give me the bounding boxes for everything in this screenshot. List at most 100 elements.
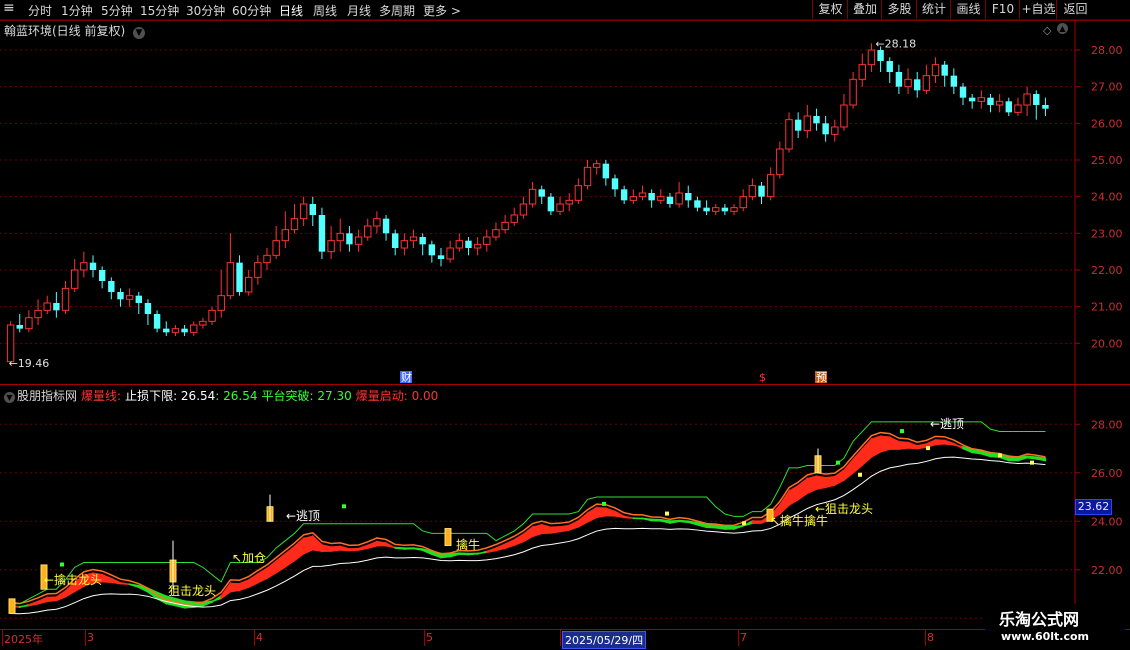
- candle: [61, 281, 70, 314]
- ribbon-segment: [888, 436, 900, 450]
- candle: [144, 299, 152, 325]
- y-tick-label: 25.00: [1091, 154, 1123, 167]
- candle-body: [501, 221, 509, 231]
- brand-name: 乐淘公式网: [999, 610, 1080, 629]
- candle: [968, 94, 976, 109]
- candle-body: [904, 78, 912, 88]
- candle: [1033, 90, 1040, 120]
- candle: [199, 317, 207, 329]
- ind-y-tick-label: 26.00: [1091, 467, 1123, 480]
- ind-y-tick-label: 24.00: [1091, 515, 1123, 528]
- candle-body: [354, 236, 363, 245]
- x-axis-label: 8: [927, 631, 934, 644]
- candle: [776, 141, 784, 179]
- candle: [657, 189, 665, 204]
- candle-body: [318, 215, 326, 252]
- candle: [510, 207, 518, 226]
- candle: [620, 185, 628, 204]
- candle-body: [995, 100, 1004, 106]
- candle: [813, 108, 820, 131]
- candle: [373, 211, 381, 234]
- candle-body: [409, 236, 418, 242]
- candle-body: [648, 193, 655, 201]
- ribbon-segment: [495, 543, 506, 552]
- candle: [766, 167, 775, 201]
- signal-dot: [60, 562, 64, 567]
- candle: [922, 64, 931, 94]
- candle-body: [822, 123, 829, 135]
- candle: [446, 240, 454, 263]
- candle-body: [163, 328, 170, 333]
- candle-body: [785, 119, 793, 150]
- current-value-badge: 23.62: [1075, 499, 1112, 515]
- signal-dot: [998, 453, 1002, 458]
- candle-body: [89, 262, 97, 270]
- candle: [428, 240, 436, 263]
- candle-body: [968, 97, 976, 102]
- ribbon-segment: [257, 567, 268, 584]
- candle-body: [592, 163, 601, 168]
- ribbon-segment: [119, 581, 131, 586]
- candle-body: [290, 218, 299, 231]
- signal-dot: [342, 504, 346, 509]
- marker-yu: 预: [816, 371, 827, 384]
- candle: [327, 226, 335, 259]
- x-tick: [85, 630, 86, 646]
- candle: [89, 255, 97, 278]
- candle-body: [748, 185, 757, 198]
- candle: [272, 226, 280, 259]
- candle-body: [1033, 94, 1040, 105]
- candle: [208, 306, 216, 325]
- candle-body: [694, 200, 701, 208]
- candle-body: [776, 148, 784, 176]
- candle-body: [455, 240, 464, 249]
- candle: [565, 193, 573, 212]
- ribbon-segment: [504, 538, 516, 550]
- candle: [822, 116, 829, 142]
- ribbon-segment: [46, 596, 58, 603]
- ribbon-segment: [751, 520, 763, 525]
- candle: [987, 94, 994, 113]
- candle: [16, 314, 23, 333]
- candle: [236, 255, 243, 296]
- ribbon-segment: [302, 535, 314, 555]
- candle-body: [519, 203, 528, 216]
- x-tick: [738, 630, 739, 646]
- candle-body: [950, 75, 958, 87]
- candle-body: [813, 116, 820, 124]
- candle: [254, 255, 262, 285]
- candle-body: [611, 178, 619, 190]
- ribbon-segment: [128, 583, 140, 589]
- candle: [290, 204, 299, 234]
- candle: [574, 178, 583, 204]
- signal-dot: [858, 472, 862, 477]
- candle: [483, 229, 491, 252]
- candle: [941, 61, 948, 87]
- low-label: ←19.46: [9, 357, 50, 370]
- signal-dot: [1030, 460, 1034, 465]
- candle-body: [867, 49, 876, 66]
- candle-body: [959, 86, 967, 98]
- ribbon-segment: [586, 506, 598, 523]
- annotation: 狙击龙头: [168, 584, 216, 598]
- candle-body: [1023, 93, 1031, 106]
- candle-body: [739, 196, 747, 209]
- candle: [153, 310, 161, 333]
- candle-body: [392, 233, 399, 248]
- candle: [675, 182, 683, 208]
- candle-body: [703, 207, 710, 212]
- candle-body: [263, 254, 271, 264]
- candle: [226, 233, 235, 300]
- candle: [519, 196, 528, 219]
- ribbon-segment: [550, 526, 561, 534]
- candle: [611, 174, 619, 197]
- ribbon-segment: [724, 525, 735, 530]
- candle: [80, 251, 88, 278]
- candle-body: [638, 192, 647, 198]
- candle-body: [281, 229, 290, 242]
- annotation: ←擒击龙头: [44, 572, 102, 587]
- ribbon-segment: [37, 596, 48, 605]
- annotation: ←逃顶: [286, 509, 320, 523]
- candle-body: [922, 75, 931, 91]
- candle-body: [547, 196, 555, 212]
